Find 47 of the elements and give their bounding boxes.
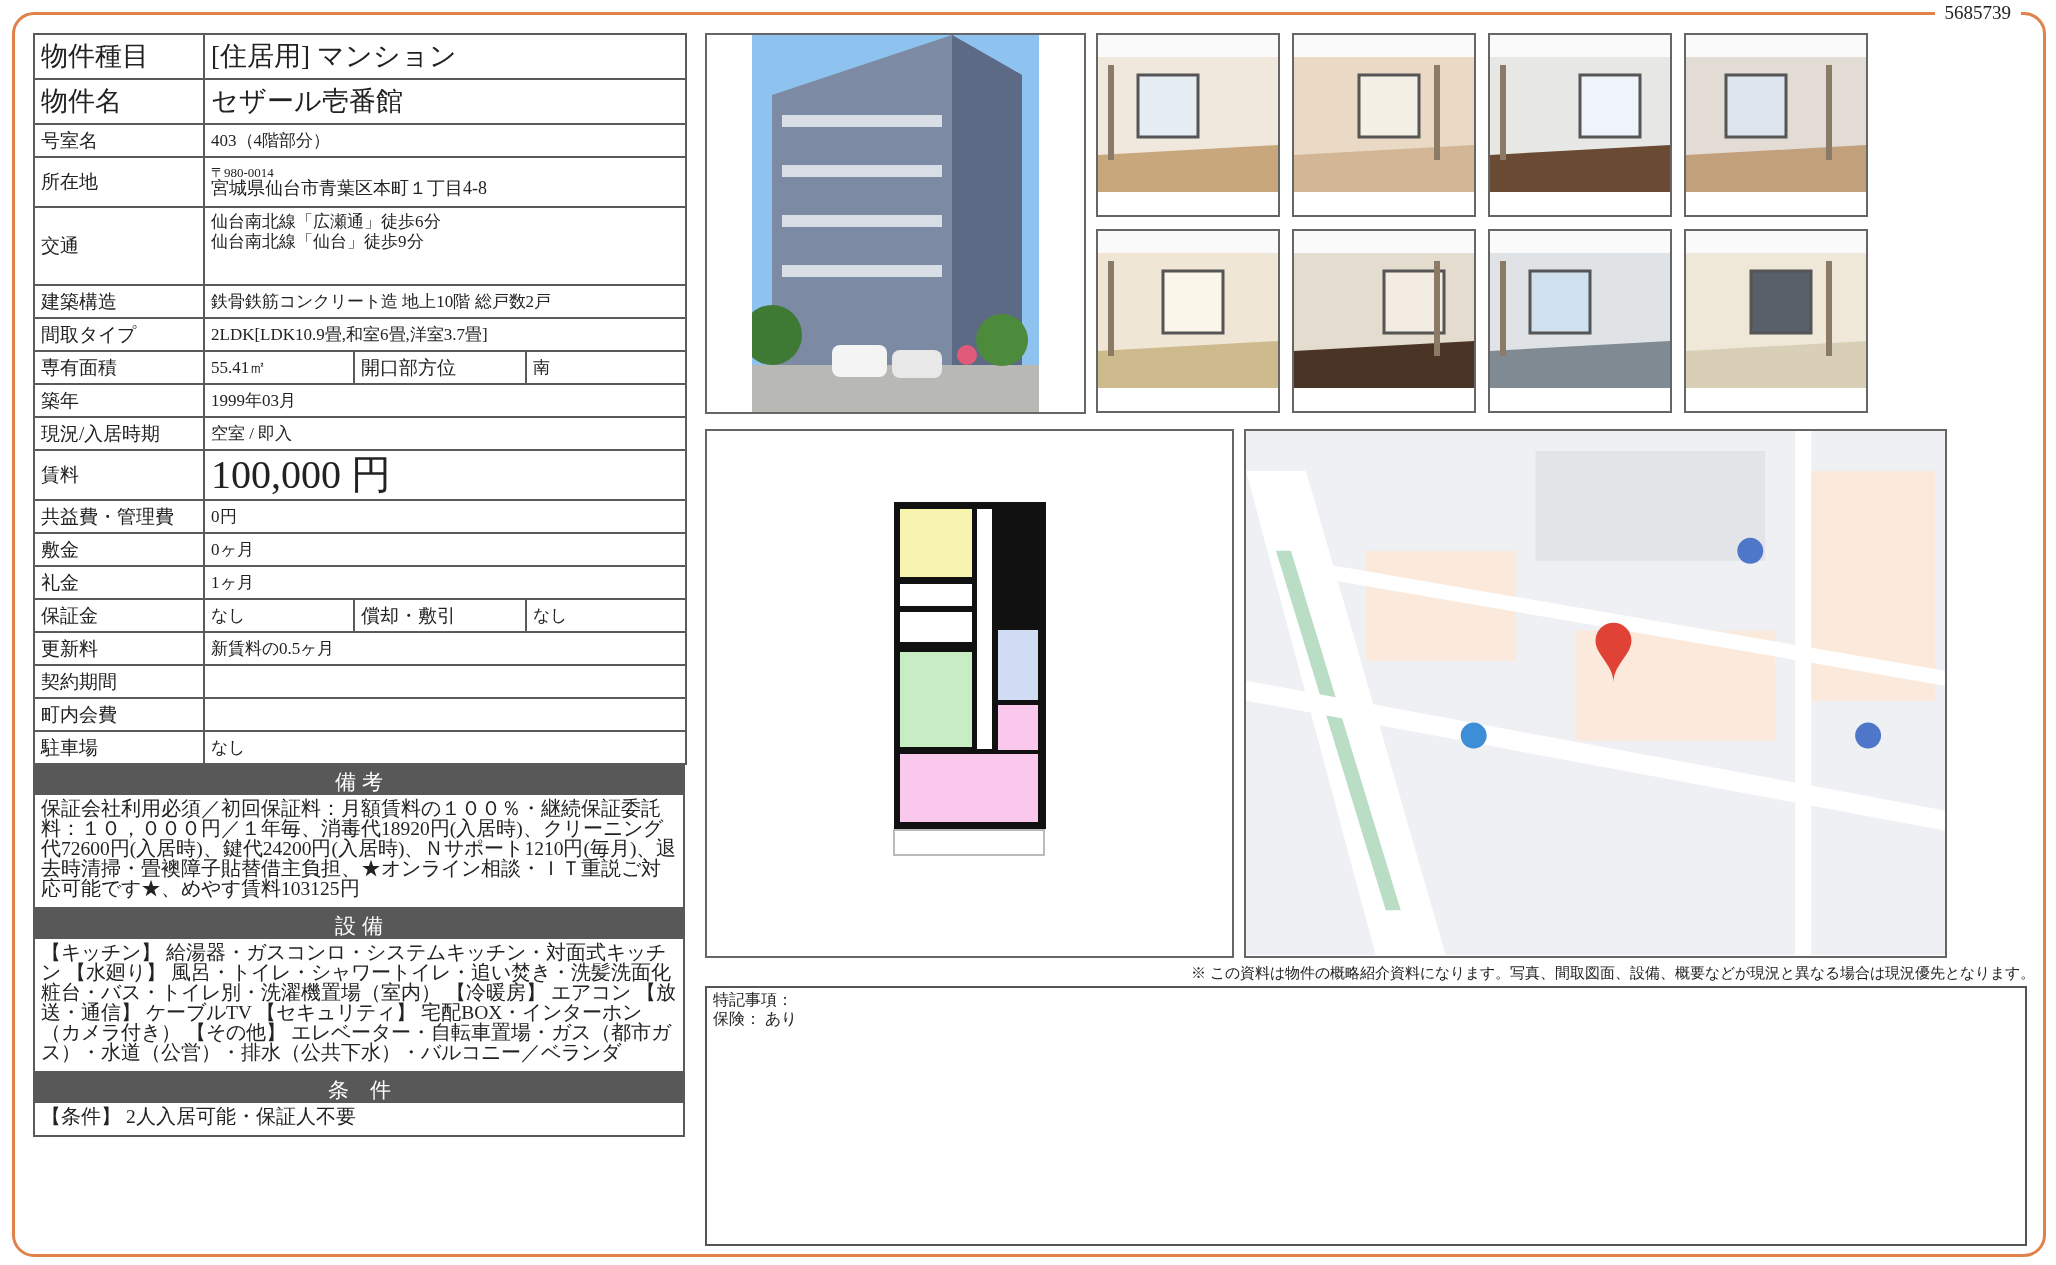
field-value: 鉄骨鉄筋コンクリート造 地上10階 総戸数2戸 xyxy=(204,285,686,318)
field-label: 物件名 xyxy=(34,79,204,124)
field-value: なし xyxy=(526,599,686,632)
field-value: 新賃料の0.5ヶ月 xyxy=(204,632,686,665)
field-value: 0ヶ月 xyxy=(204,533,686,566)
note-line: 特記事項： xyxy=(713,990,794,1009)
field-value: 403（4階部分） xyxy=(204,124,686,157)
field-label: 町内会費 xyxy=(34,698,204,731)
field-label: 開口部方位 xyxy=(354,351,526,384)
field-value: 1ヶ月 xyxy=(204,566,686,599)
field-label: 号室名 xyxy=(34,124,204,157)
field-label: 賃料 xyxy=(34,450,204,500)
field-value: なし xyxy=(204,599,354,632)
address-text: 宮城県仙台市青葉区本町１丁目4-8 xyxy=(211,178,488,199)
disclaimer-text: ※ この資料は物件の概略紹介資料になります。写真、間取図面、設備、概要などが現況と異なる場合は現況優先となります。 xyxy=(1190,964,2035,982)
field-label: 交通 xyxy=(34,207,204,285)
field-label: 契約期間 xyxy=(34,665,204,698)
field-label: 物件種目 xyxy=(34,34,204,79)
note-line: 保険： あり xyxy=(713,1009,798,1028)
field-label: 礼金 xyxy=(34,566,204,599)
field-label: 間取タイプ xyxy=(34,318,204,351)
field-label: 敷金 xyxy=(34,533,204,566)
section-header: 条 件 xyxy=(33,1073,685,1103)
field-value: 南 xyxy=(526,351,686,384)
section-text: 【条件】 2人入居可能・保証人不要 xyxy=(33,1103,685,1137)
section-header: 備 考 xyxy=(33,765,685,795)
field-value: 55.41㎡ xyxy=(204,351,354,384)
field-value: 0円 xyxy=(204,500,686,533)
field-label: 現況/入居時期 xyxy=(34,417,204,450)
field-value: 1999年03月 xyxy=(204,384,686,417)
field-label: 所在地 xyxy=(34,157,204,207)
field-label: 専有面積 xyxy=(34,351,204,384)
field-value: [住居用] マンション xyxy=(204,34,686,79)
field-label: 共益費・管理費 xyxy=(34,500,204,533)
field-value: 2LDK[LDK10.9畳,和室6畳,洋室3.7畳] xyxy=(204,318,686,351)
field-label: 更新料 xyxy=(34,632,204,665)
field-value: 空室 / 即入 xyxy=(204,417,686,450)
rent-price: 100,000 円 xyxy=(211,452,391,497)
section-header: 設 備 xyxy=(33,909,685,939)
field-label: 築年 xyxy=(34,384,204,417)
access-text: 仙台南北線「広瀬通」徒歩6分 xyxy=(211,212,442,232)
access-text: 仙台南北線「仙台」徒歩9分 xyxy=(211,231,425,252)
field-label: 保証金 xyxy=(34,599,204,632)
field-label: 建築構造 xyxy=(34,285,204,318)
field-value: セザール壱番館 xyxy=(204,79,686,124)
field-label: 償却・敷引 xyxy=(354,599,526,632)
postal-code: 〒980-0014 xyxy=(211,165,275,179)
